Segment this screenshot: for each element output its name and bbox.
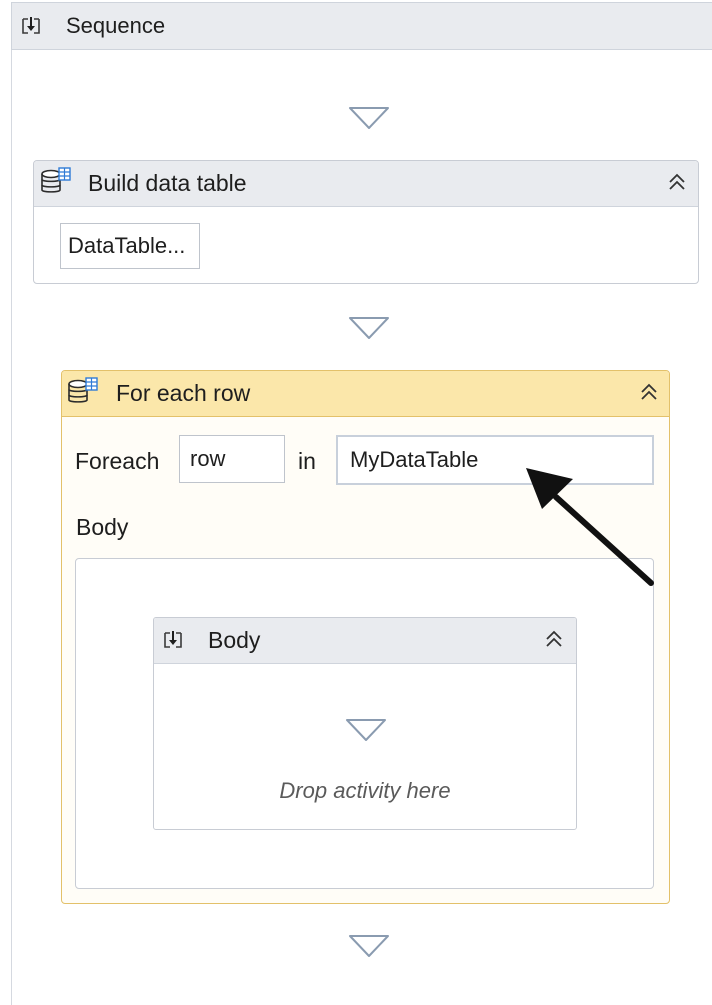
drop-zone-triangle-icon[interactable] <box>348 106 390 130</box>
body-label: Body <box>76 514 129 540</box>
drop-zone-triangle-icon[interactable] <box>348 934 390 958</box>
drop-zone-triangle-icon[interactable] <box>345 718 387 742</box>
data-table-icon <box>41 167 71 193</box>
in-label: in <box>298 448 316 474</box>
sequence-icon <box>22 17 40 34</box>
activity-title: Build data table <box>88 170 247 196</box>
drop-zone-triangle-icon[interactable] <box>348 316 390 340</box>
collapse-chevron-icon[interactable] <box>543 628 565 650</box>
body-sequence-activity[interactable]: Body Drop activity here <box>153 617 577 830</box>
body-container[interactable]: Body Drop activity here <box>75 558 654 889</box>
build-data-table-activity[interactable]: Build data table DataTable... <box>33 160 699 284</box>
data-table-icon <box>68 377 98 403</box>
foreach-item-input[interactable]: row <box>179 435 285 483</box>
activity-title: For each row <box>116 380 251 406</box>
sequence-icon <box>164 631 182 648</box>
collapse-chevron-icon[interactable] <box>638 381 660 403</box>
sequence-title: Sequence <box>66 13 166 38</box>
for-each-row-activity[interactable]: For each row Foreach row in MyDataTable … <box>61 370 670 904</box>
activity-title: Body <box>208 627 261 653</box>
collapse-chevron-icon[interactable] <box>666 171 688 193</box>
annotation-arrow-icon <box>526 468 654 586</box>
datatable-button[interactable]: DataTable... <box>60 223 200 269</box>
drop-activity-hint[interactable]: Drop activity here <box>154 777 576 805</box>
sequence-border <box>11 50 12 1005</box>
foreach-label: Foreach <box>75 448 160 474</box>
